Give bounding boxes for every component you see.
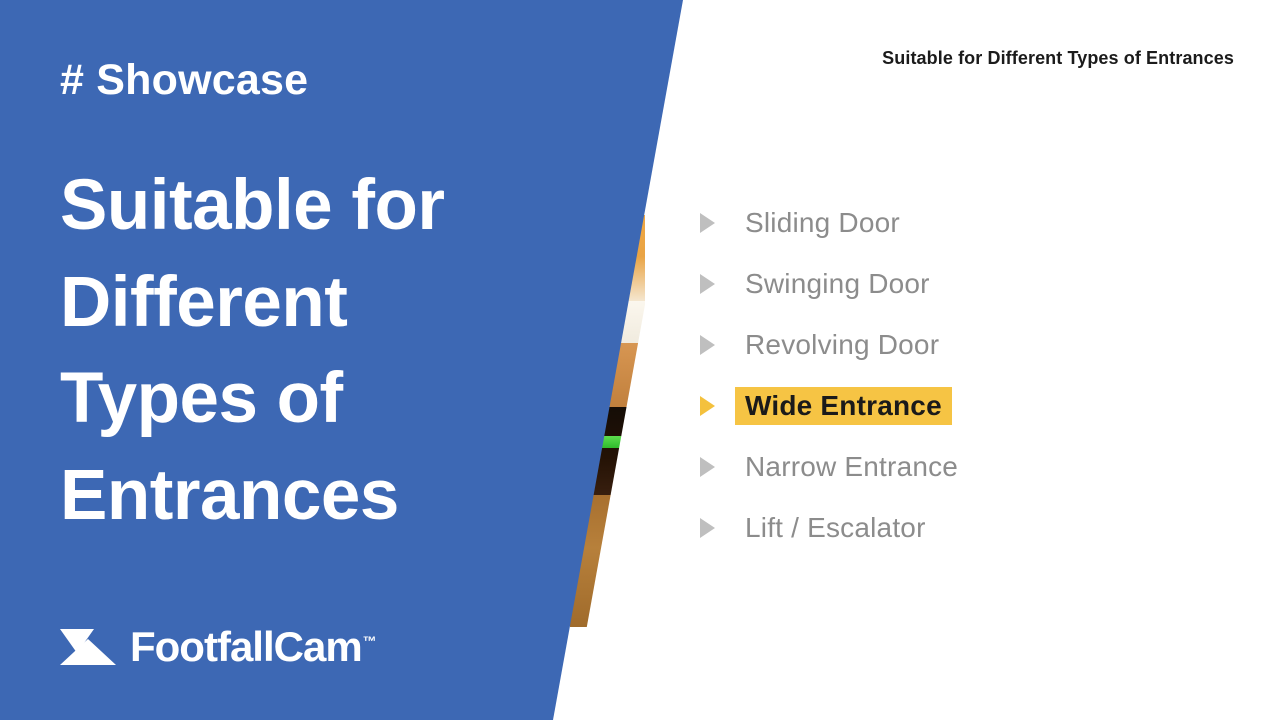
triangle-bullet-icon (700, 457, 715, 477)
list-item-sliding-door[interactable]: Sliding Door (700, 200, 1220, 246)
brand-logo: FootfallCam™ (60, 626, 377, 668)
triangle-bullet-icon (700, 274, 715, 294)
showcase-slide: # Showcase Suitable for Different Types … (0, 0, 1280, 720)
left-panel-content: # Showcase Suitable for Different Types … (60, 0, 530, 720)
slide-kicker: # Showcase (60, 56, 309, 104)
list-item-label: Sliding Door (745, 207, 900, 238)
page-title: Suitable for Different Types of Entrance… (882, 48, 1234, 68)
triangle-bullet-icon (700, 518, 715, 538)
triangle-bullet-icon (700, 335, 715, 355)
list-item-label: Swinging Door (745, 268, 930, 299)
triangle-bullet-icon-active (700, 396, 715, 416)
slide-headline: Suitable for Different Types of Entrance… (60, 166, 445, 535)
triangle-bullet-icon (700, 213, 715, 233)
footfallcam-hourglass-icon (60, 629, 116, 665)
list-item-label: Narrow Entrance (745, 451, 959, 482)
entrance-types-list: Sliding Door Swinging Door Revolving Doo… (700, 200, 1220, 566)
list-item-label: Revolving Door (745, 329, 940, 360)
list-item-lift-escalator[interactable]: Lift / Escalator (700, 505, 1220, 551)
list-item-label: Lift / Escalator (745, 512, 926, 543)
trademark-symbol: ™ (362, 633, 377, 649)
brand-name-text: FootfallCam (130, 623, 363, 670)
list-item-narrow-entrance[interactable]: Narrow Entrance (700, 444, 1220, 490)
brand-name: FootfallCam™ (130, 626, 377, 668)
list-item-swinging-door[interactable]: Swinging Door (700, 261, 1220, 307)
list-item-wide-entrance[interactable]: Wide Entrance (700, 383, 1220, 429)
list-item-revolving-door[interactable]: Revolving Door (700, 322, 1220, 368)
list-item-label-active: Wide Entrance (735, 387, 952, 425)
